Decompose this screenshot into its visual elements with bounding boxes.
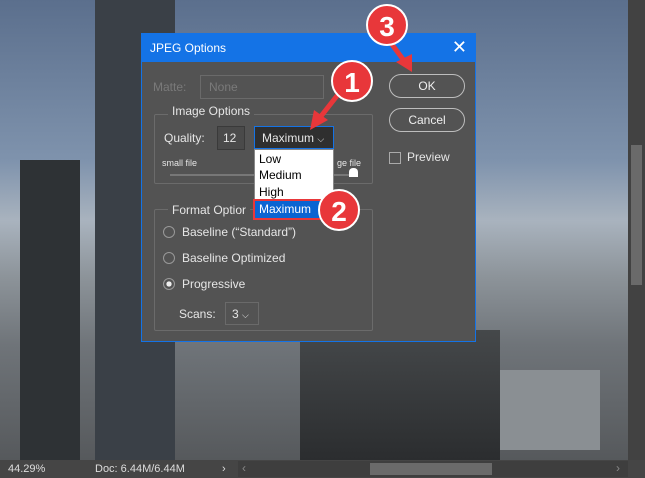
annotation-badge-3: 3 [366, 4, 408, 46]
annotation-arrows [310, 33, 412, 130]
annotation-badge-1: 1 [331, 60, 373, 102]
annotation-badge-2: 2 [318, 189, 360, 231]
